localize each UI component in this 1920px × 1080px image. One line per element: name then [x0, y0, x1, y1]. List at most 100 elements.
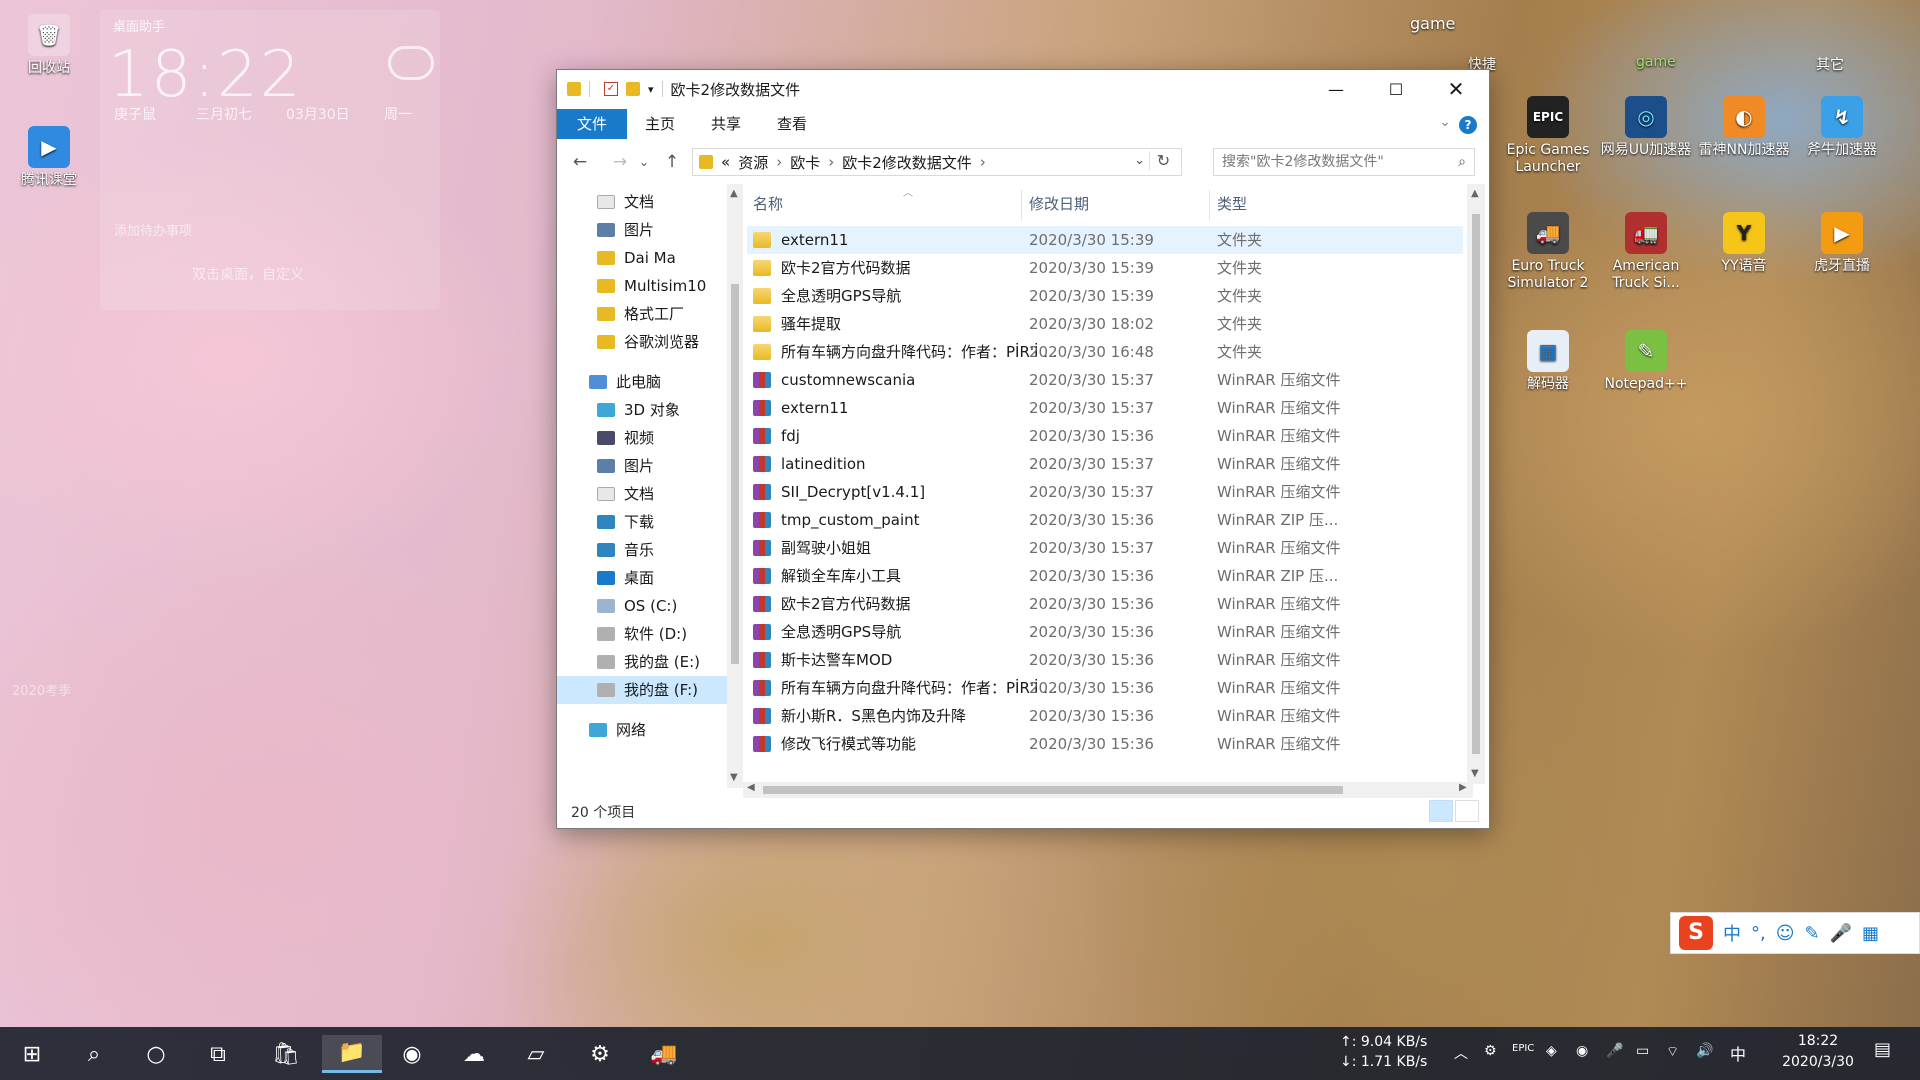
breadcrumb-item[interactable]: 资源 — [738, 152, 768, 173]
desktop-icon-notepadpp[interactable]: ✎ Notepad++ — [1598, 330, 1694, 393]
scroll-left-icon[interactable]: ◀ — [747, 782, 755, 793]
search-icon[interactable]: ⌕ — [70, 1035, 118, 1073]
cortana-icon[interactable]: ○ — [132, 1035, 180, 1073]
column-divider[interactable] — [1021, 190, 1022, 220]
microphone-tray-icon[interactable]: 🎤 — [1606, 1043, 1623, 1059]
address-bar[interactable]: « 资源 › 欧卡 › 欧卡2修改数据文件 › ⌄ ↻ — [692, 148, 1182, 176]
truck-app-icon[interactable]: 🚚 — [640, 1035, 688, 1073]
file-explorer-icon[interactable]: 📁 — [322, 1035, 382, 1073]
desktop-icon-fuliu[interactable]: ↯ 斧牛加速器 — [1794, 96, 1890, 159]
breadcrumb-chevron-icon[interactable]: › — [776, 153, 782, 171]
file-row[interactable]: tmp_custom_paint 2020/3/30 15:36 WinRAR ZI… — [747, 506, 1463, 534]
desktop-icon-yy[interactable]: Y YY语音 — [1696, 212, 1792, 275]
file-row[interactable]: 副驾驶小姐姐 2020/3/30 15:37 WinRAR 压缩文件 — [747, 534, 1463, 562]
file-row[interactable]: fdj 2020/3/30 15:36 WinRAR 压缩文件 — [747, 422, 1463, 450]
file-row[interactable]: 修改飞行模式等功能 2020/3/30 15:36 WinRAR 压缩文件 — [747, 730, 1463, 758]
file-row[interactable]: 所有车辆方向盘升降代码：作者：PİR'İ ... 2020/3/30 16:48 文… — [747, 338, 1463, 366]
tray-expand-chevron-icon[interactable]: ︿ — [1454, 1043, 1468, 1063]
desktop-icon-epic[interactable]: EPIC Epic Games Launcher — [1500, 96, 1596, 176]
nav-item[interactable]: 桌面 — [597, 564, 654, 592]
store-icon[interactable]: 🛍 — [262, 1035, 310, 1073]
horizontal-scroll-thumb[interactable] — [763, 786, 1343, 794]
nav-item[interactable]: 文档📌 — [597, 188, 742, 216]
scroll-up-icon[interactable]: ▲ — [730, 188, 738, 199]
refresh-icon[interactable]: ↻ — [1149, 151, 1177, 170]
breadcrumb-chevron-icon[interactable]: › — [980, 153, 986, 171]
nav-item[interactable]: 谷歌浏览器 — [597, 328, 699, 356]
tab-share[interactable]: 共享 — [693, 109, 759, 139]
battery-icon[interactable]: ▭ — [1636, 1043, 1649, 1059]
file-row[interactable]: 解锁全车库小工具 2020/3/30 15:36 WinRAR ZIP 压... — [747, 562, 1463, 590]
column-header-type[interactable]: 类型 — [1217, 188, 1247, 220]
close-icon[interactable]: ✕ — [1427, 70, 1485, 108]
wifi-icon[interactable]: ⌔ — [1666, 1043, 1679, 1061]
nav-item[interactable]: 软件 (D:) — [597, 620, 687, 648]
input-language-indicator[interactable]: 中 — [1730, 1041, 1746, 1065]
desktop-icon-uu[interactable]: ◎ 网易UU加速器 — [1598, 96, 1694, 159]
nav-item[interactable]: 3D 对象 — [597, 396, 680, 424]
file-row[interactable]: 欧卡2官方代码数据 2020/3/30 15:36 WinRAR 压缩文件 — [747, 590, 1463, 618]
game-app-icon[interactable]: ⚙ — [576, 1035, 624, 1073]
list-scroll-thumb[interactable] — [1472, 214, 1480, 754]
expand-ribbon-icon[interactable]: ⌄ — [1439, 114, 1451, 130]
desktop-icon-ets2[interactable]: 🚚 Euro Truck Simulator 2 — [1500, 212, 1596, 292]
desktop-icon-nn[interactable]: ◐ 雷神NN加速器 — [1696, 96, 1792, 159]
file-row[interactable]: 新小斯R．S黑色内饰及升降 2020/3/30 15:36 WinRAR 压缩文件 — [747, 702, 1463, 730]
nav-item[interactable]: 文档 — [597, 480, 654, 508]
file-row[interactable]: latinedition 2020/3/30 15:37 WinRAR 压缩文件 — [747, 450, 1463, 478]
ime-toolbox-icon[interactable]: ▦ — [1862, 923, 1879, 944]
file-row[interactable]: SII_Decrypt[v1.4.1] 2020/3/30 15:37 WinRAR… — [747, 478, 1463, 506]
forward-arrow-icon[interactable]: → — [605, 152, 635, 172]
file-row[interactable]: customnewscania 2020/3/30 15:37 WinRAR 压缩文… — [747, 366, 1463, 394]
desktop-icon-tencent-classroom[interactable]: ▶ 腾讯课堂 — [1, 126, 97, 189]
desktop-icon-huya[interactable]: ▶ 虎牙直播 — [1794, 212, 1890, 275]
breadcrumb-item[interactable]: 欧卡 — [790, 152, 820, 173]
task-view-icon[interactable]: ⧉ — [194, 1035, 242, 1073]
scroll-right-icon[interactable]: ▶ — [1459, 782, 1467, 793]
volume-icon[interactable]: 🔊 — [1696, 1043, 1713, 1059]
up-arrow-icon[interactable]: ↑ — [657, 152, 687, 172]
new-folder-quick-icon[interactable] — [626, 82, 640, 96]
nav-item[interactable]: 我的盘 (E:) — [597, 648, 700, 676]
windows-start-icon[interactable]: ⊞ — [8, 1035, 56, 1073]
tab-view[interactable]: 查看 — [759, 109, 825, 139]
nav-scrollbar[interactable]: ▲ ▼ — [727, 184, 743, 788]
breadcrumb-overflow[interactable]: « — [721, 153, 730, 171]
nav-item[interactable]: 图片 — [597, 452, 654, 480]
quick-access-dropdown-icon[interactable]: ▾ — [648, 83, 654, 96]
properties-quick-icon[interactable]: ✓ — [604, 82, 618, 96]
list-scrollbar[interactable]: ▲ ▼ — [1467, 184, 1485, 784]
address-dropdown-icon[interactable]: ⌄ — [1134, 153, 1145, 168]
tab-home[interactable]: 主页 — [627, 109, 693, 139]
file-row[interactable]: 所有车辆方向盘升降代码：作者：PİR'İ ... 2020/3/30 15:36 W… — [747, 674, 1463, 702]
minimize-icon[interactable]: — — [1307, 70, 1365, 108]
nav-item[interactable]: 视频 — [597, 424, 654, 452]
nav-item[interactable]: 图片📌 — [597, 216, 742, 244]
notification-center-icon[interactable]: ▤ — [1874, 1039, 1891, 1060]
desktop-icon-decoder[interactable]: ▦ 解码器 — [1500, 330, 1596, 393]
scroll-up-icon[interactable]: ▲ — [1471, 188, 1479, 199]
desktop-icon-recycle-bin[interactable]: 🗑 回收站 — [1, 14, 97, 77]
file-row[interactable]: 斯卡达警车MOD 2020/3/30 15:36 WinRAR 压缩文件 — [747, 646, 1463, 674]
app-tray-icon[interactable]: ◈ — [1546, 1043, 1557, 1059]
notebook-app-icon[interactable]: ▱ — [512, 1035, 560, 1073]
file-row[interactable]: 全息透明GPS导航 2020/3/30 15:39 文件夹 — [747, 282, 1463, 310]
maximize-icon[interactable]: ☐ — [1367, 70, 1425, 108]
ime-language-toggle[interactable]: 中 — [1723, 920, 1741, 946]
nav-item[interactable]: 音乐 — [597, 536, 654, 564]
baidu-netdisk-icon[interactable]: ☁ — [450, 1035, 498, 1073]
steam-tray-icon[interactable]: ⚙ — [1484, 1043, 1497, 1059]
breadcrumb-chevron-icon[interactable]: › — [828, 153, 834, 171]
clock-date[interactable]: 2020/3/30 — [1782, 1054, 1854, 1070]
nav-item[interactable]: 格式工厂 — [597, 300, 684, 328]
ime-punctuation-icon[interactable]: °, — [1751, 923, 1766, 944]
column-divider[interactable] — [1209, 190, 1210, 220]
breadcrumb-item[interactable]: 欧卡2修改数据文件 — [842, 152, 972, 173]
search-input[interactable]: 搜索"欧卡2修改数据文件" ⌕ — [1213, 148, 1475, 176]
help-icon[interactable]: ? — [1459, 116, 1477, 134]
nav-item[interactable]: 网络 — [589, 716, 646, 744]
nav-item[interactable]: 我的盘 (F:) — [557, 676, 727, 704]
clock-time[interactable]: 18:22 — [1782, 1033, 1854, 1049]
large-icons-view-icon[interactable] — [1455, 800, 1479, 822]
ime-handwrite-icon[interactable]: ✎ — [1805, 923, 1820, 944]
